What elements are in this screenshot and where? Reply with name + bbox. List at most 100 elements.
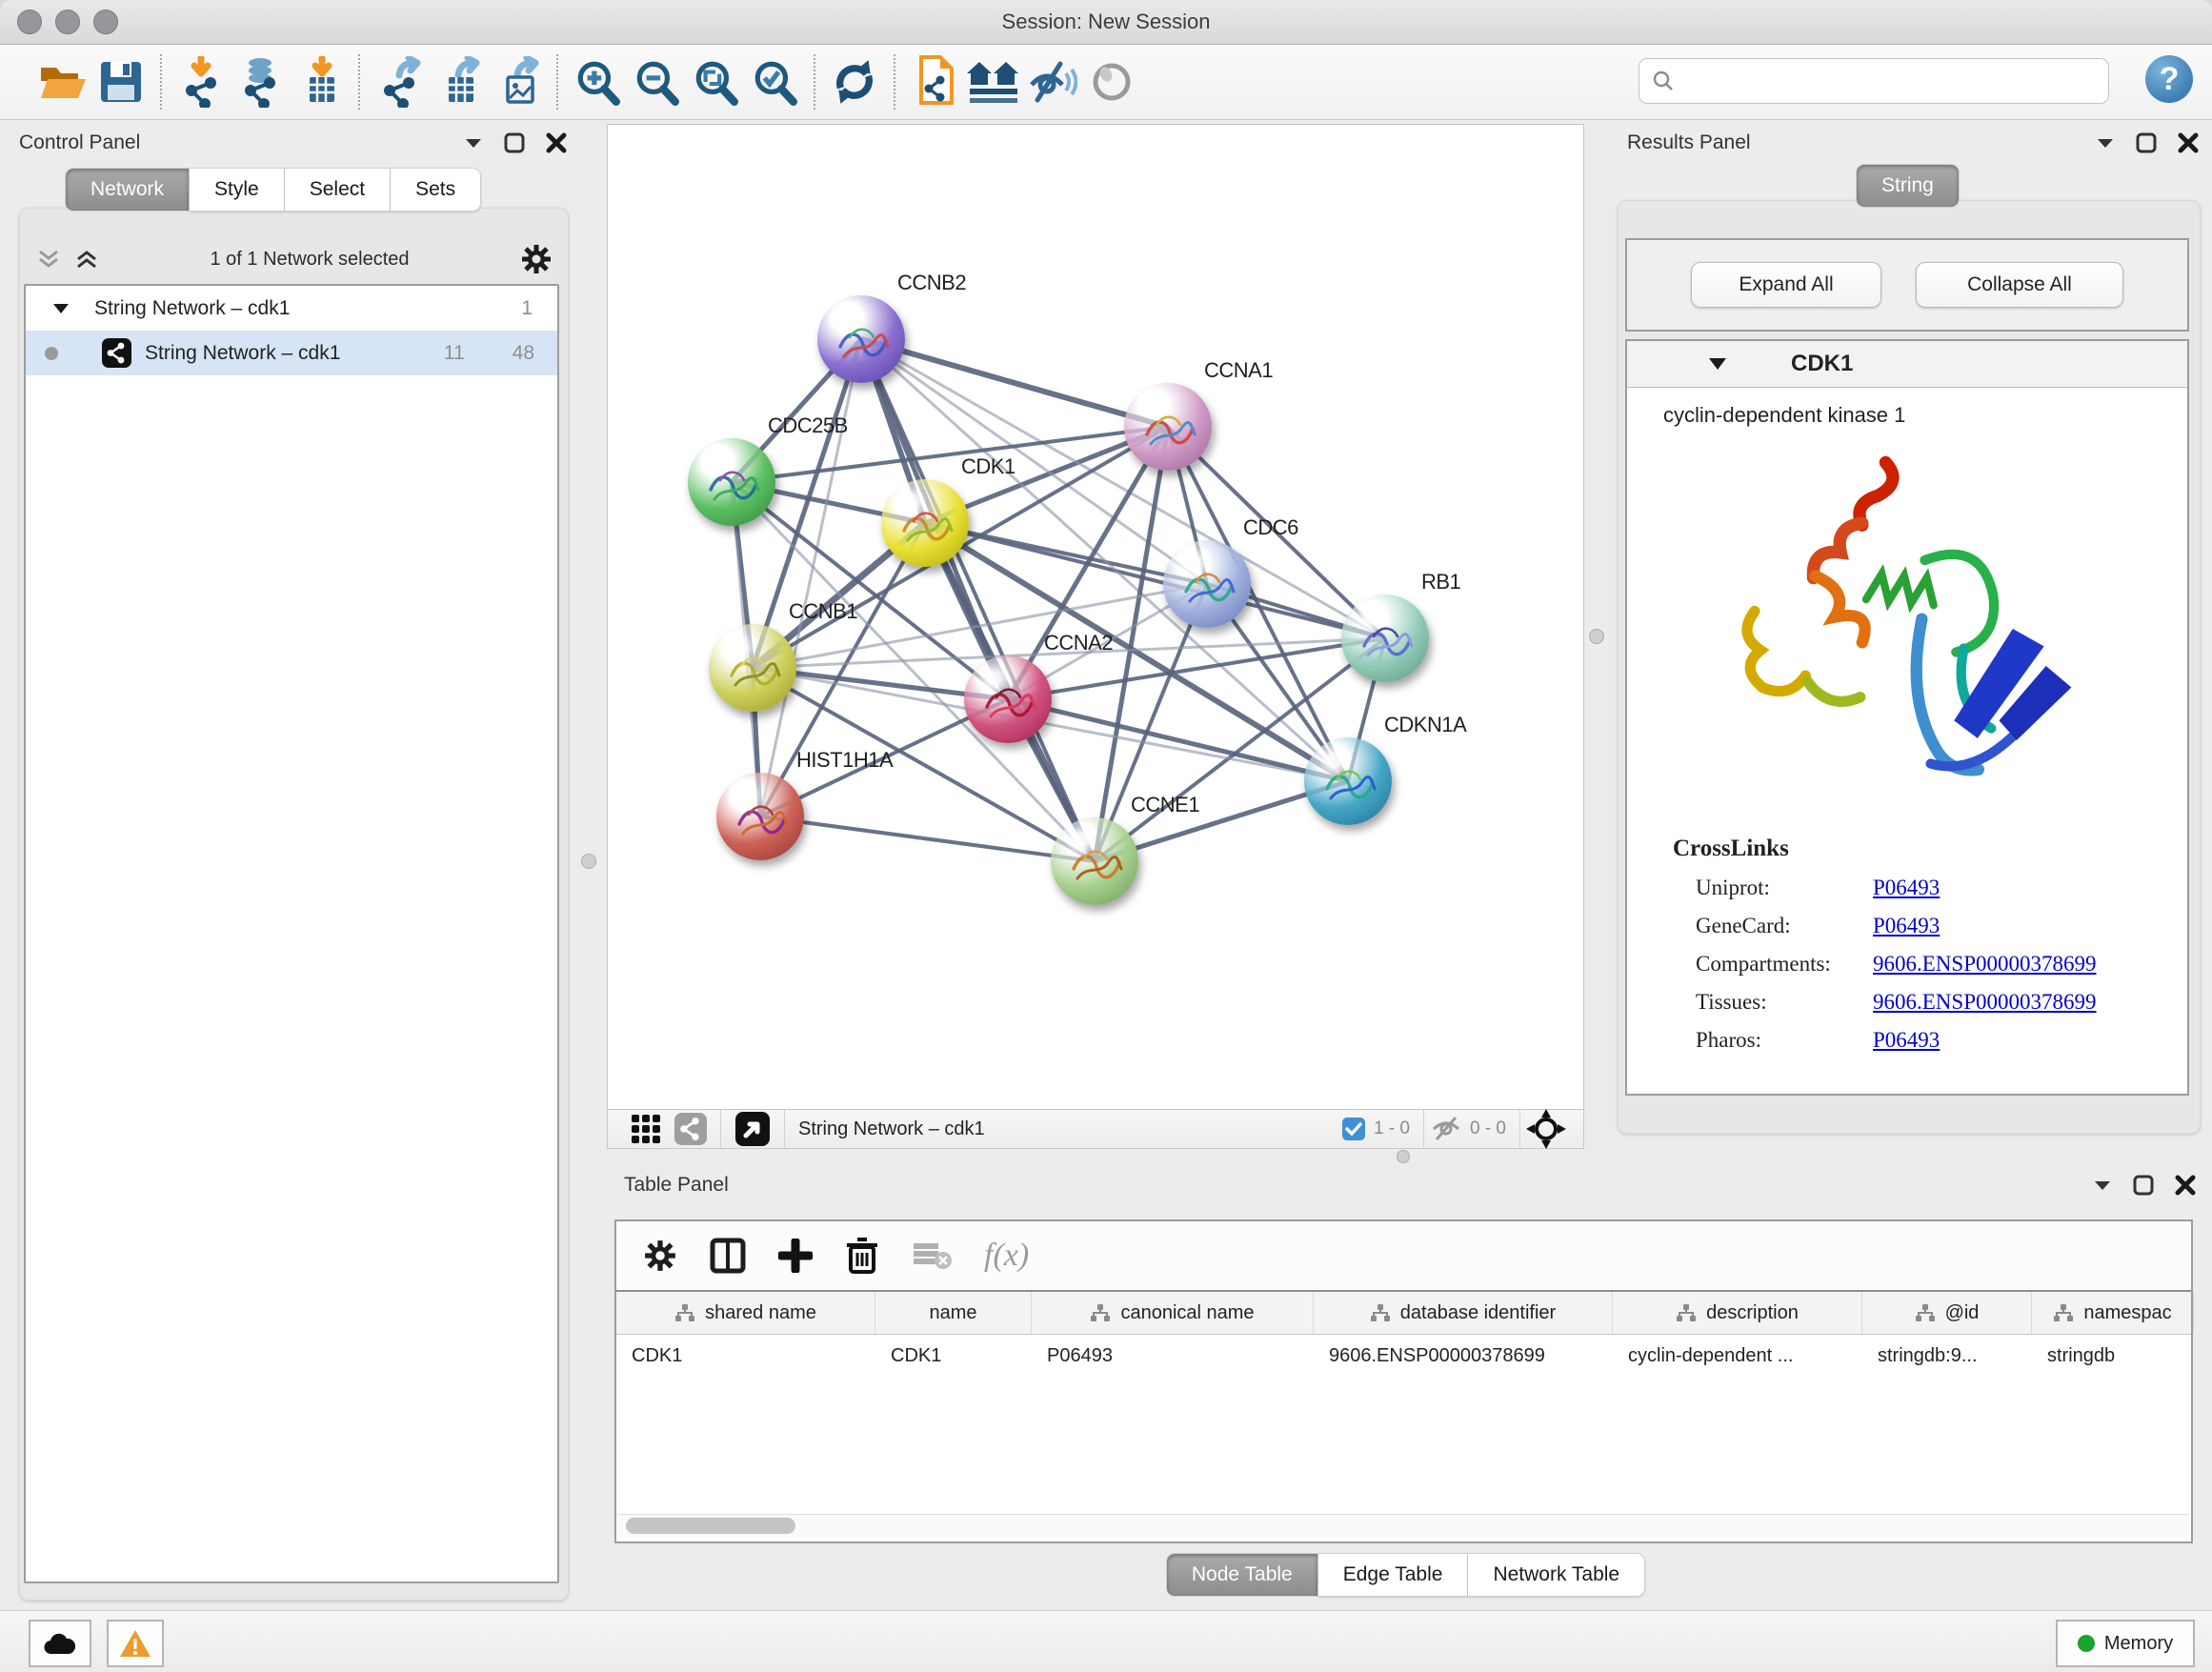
export-network-button[interactable]: [370, 52, 429, 111]
delete-column-icon[interactable]: [845, 1238, 879, 1274]
network-node-CCNB2[interactable]: [817, 295, 905, 383]
zoom-in-button[interactable]: [568, 52, 627, 111]
network-node-CCNA1[interactable]: [1124, 383, 1212, 471]
memory-button[interactable]: Memory: [2056, 1620, 2195, 1667]
tree-expander-icon[interactable]: [52, 302, 70, 315]
network-node-HIST1H1A[interactable]: [716, 773, 804, 860]
import-table-button[interactable]: [290, 52, 349, 111]
zoom-fit-button[interactable]: [686, 52, 745, 111]
collapse-all-icon[interactable]: [36, 247, 61, 272]
tab-select[interactable]: Select: [285, 168, 391, 212]
tab-node-table[interactable]: Node Table: [1166, 1553, 1318, 1597]
table-cell[interactable]: stringdb:9...: [1862, 1335, 2032, 1377]
panel-menu-icon[interactable]: [2096, 136, 2115, 150]
close-panel-icon[interactable]: [2175, 1175, 2196, 1196]
horizontal-splitter-handle[interactable]: [1397, 1150, 1410, 1163]
network-node-RB1[interactable]: [1341, 594, 1429, 682]
column-header-database-identifier[interactable]: database identifier: [1314, 1292, 1613, 1334]
selected-checkbox-icon[interactable]: [1341, 1117, 1366, 1141]
table-cell[interactable]: CDK1: [875, 1335, 1032, 1377]
column-header--id[interactable]: @id: [1862, 1292, 2032, 1334]
crosslink-value-link[interactable]: 9606.ENSP00000378699: [1873, 952, 2097, 977]
network-node-CDC6[interactable]: [1163, 540, 1251, 628]
save-session-button[interactable]: [91, 52, 151, 111]
gear-icon[interactable]: [520, 243, 553, 275]
column-header-namespac[interactable]: namespac: [2032, 1292, 2194, 1334]
cloud-button[interactable]: [29, 1620, 91, 1667]
crosslink-value-link[interactable]: P06493: [1873, 1028, 1940, 1053]
network-node-CDKN1A[interactable]: [1304, 737, 1392, 825]
import-network-button[interactable]: [171, 52, 231, 111]
help-button[interactable]: ?: [2145, 55, 2193, 103]
tab-string[interactable]: String: [1856, 164, 1960, 208]
table-cell[interactable]: cyclin-dependent ...: [1613, 1335, 1862, 1377]
network-node-CDK1[interactable]: [881, 479, 969, 567]
show-columns-icon[interactable]: [710, 1238, 746, 1274]
zoom-selected-button[interactable]: [745, 52, 804, 111]
float-panel-icon[interactable]: [2136, 132, 2157, 153]
tab-network[interactable]: Network: [65, 168, 190, 212]
tab-style[interactable]: Style: [190, 168, 285, 212]
string-document-button[interactable]: [905, 52, 964, 111]
float-panel-icon[interactable]: [2133, 1175, 2154, 1196]
add-column-icon[interactable]: [778, 1239, 813, 1273]
table-row[interactable]: CDK1CDK1P064939606.ENSP00000378699cyclin…: [616, 1335, 2191, 1377]
table-cell[interactable]: P06493: [1032, 1335, 1314, 1377]
network-canvas[interactable]: CCNB2CCNA1CDC25BCDK1CDC6RB1CCNB1CCNA2CDK…: [607, 124, 1584, 1110]
panel-menu-icon[interactable]: [2093, 1178, 2112, 1192]
hide-panels-button[interactable]: [1023, 52, 1082, 111]
network-edge-CCNB2-CCNE1[interactable]: [861, 339, 1095, 861]
network-edge-HIST1H1A-CCNE1[interactable]: [760, 816, 1095, 861]
table-horizontal-scrollbar[interactable]: [618, 1514, 2189, 1538]
network-collection-row[interactable]: String Network – cdk1 1: [26, 286, 557, 331]
export-image-button[interactable]: [488, 52, 547, 111]
crosslink-value-link[interactable]: P06493: [1873, 914, 1940, 938]
network-edge-CCNB2-CCNA1[interactable]: [861, 339, 1168, 427]
refresh-layout-button[interactable]: [825, 52, 884, 111]
close-panel-icon[interactable]: [2178, 132, 2199, 153]
search-input[interactable]: [1639, 58, 2109, 104]
network-node-CCNB1[interactable]: [709, 624, 796, 712]
expand-all-icon[interactable]: [74, 247, 99, 272]
open-session-button[interactable]: [32, 52, 91, 111]
home-pages-button[interactable]: [964, 52, 1023, 111]
birdseye-view-icon[interactable]: [734, 1111, 771, 1147]
network-node-CCNA2[interactable]: [964, 655, 1052, 743]
panel-menu-icon[interactable]: [464, 136, 483, 150]
tab-network-table[interactable]: Network Table: [1468, 1553, 1645, 1597]
column-header-name[interactable]: name: [875, 1292, 1032, 1334]
collapse-entry-icon[interactable]: [1707, 356, 1728, 372]
warnings-button[interactable]: [107, 1620, 164, 1667]
expand-all-button[interactable]: Expand All: [1691, 262, 1881, 308]
network-row[interactable]: String Network – cdk1 11 48: [26, 331, 557, 375]
crosslink-row: Tissues:9606.ENSP00000378699: [1696, 990, 2187, 1015]
network-node-CDC25B[interactable]: [688, 438, 775, 526]
network-node-CCNE1[interactable]: [1051, 817, 1138, 905]
right-splitter-handle[interactable]: [1589, 629, 1604, 644]
scrollbar-thumb[interactable]: [626, 1518, 795, 1534]
column-header-shared-name[interactable]: shared name: [616, 1292, 875, 1334]
table-gear-icon[interactable]: [643, 1239, 677, 1273]
collapse-all-button[interactable]: Collapse All: [1916, 262, 2123, 308]
crosslink-value-link[interactable]: 9606.ENSP00000378699: [1873, 990, 2097, 1015]
close-panel-icon[interactable]: [546, 132, 567, 153]
column-header-description[interactable]: description: [1613, 1292, 1862, 1334]
table-cell[interactable]: CDK1: [616, 1335, 875, 1377]
import-database-button[interactable]: [231, 52, 290, 111]
left-splitter-handle[interactable]: [581, 854, 596, 869]
share-view-icon[interactable]: [674, 1113, 707, 1145]
crosslink-value-link[interactable]: P06493: [1873, 876, 1940, 900]
zoom-out-button[interactable]: [627, 52, 686, 111]
tab-sets[interactable]: Sets: [391, 168, 481, 212]
table-cell[interactable]: stringdb: [2032, 1335, 2194, 1377]
network-edge-CCNB2-HIST1H1A[interactable]: [760, 339, 861, 816]
gray-eye-button[interactable]: [1082, 52, 1141, 111]
tab-edge-table[interactable]: Edge Table: [1318, 1553, 1469, 1597]
column-header-canonical-name[interactable]: canonical name: [1032, 1292, 1314, 1334]
export-table-button[interactable]: [429, 52, 488, 111]
grid-view-icon[interactable]: [631, 1114, 661, 1144]
table-cell[interactable]: 9606.ENSP00000378699: [1314, 1335, 1613, 1377]
network-edge-CDK1-RB1[interactable]: [925, 523, 1385, 638]
float-panel-icon[interactable]: [504, 132, 525, 153]
fit-selected-icon[interactable]: [1526, 1109, 1566, 1149]
